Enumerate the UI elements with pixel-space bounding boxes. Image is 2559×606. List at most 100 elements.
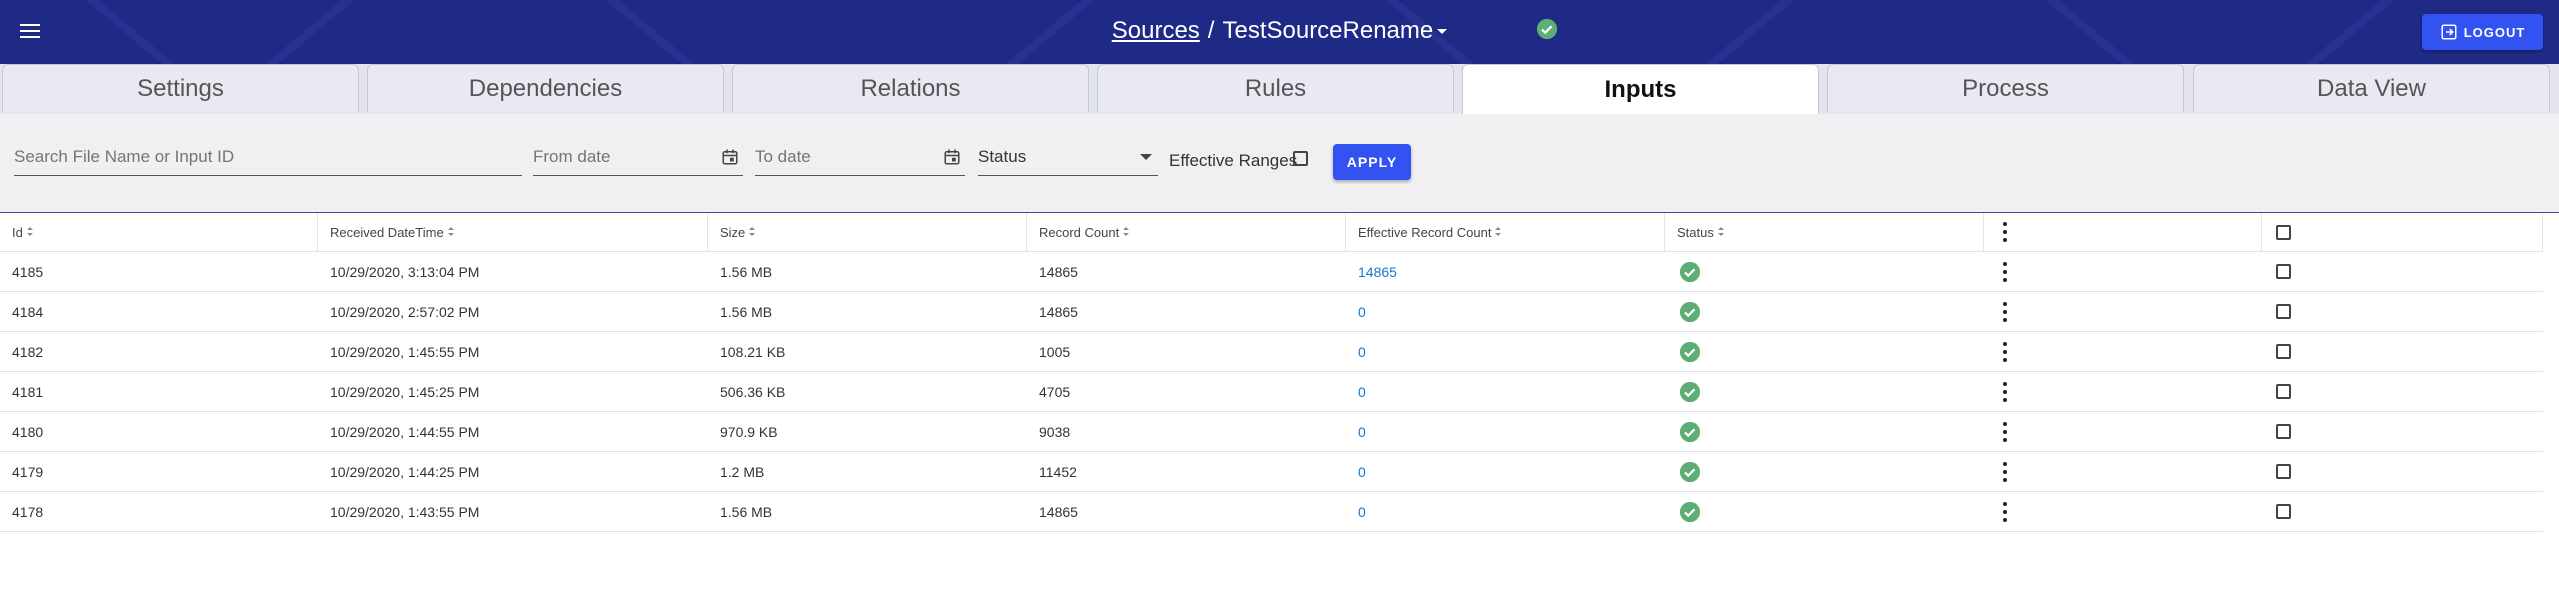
row-menu-button[interactable]: [1984, 412, 2262, 451]
tab-settings[interactable]: Settings: [2, 64, 359, 112]
table-header-row: Id Received DateTime Size Record Count E…: [0, 213, 2543, 252]
cell-effective-record-count[interactable]: 0: [1346, 292, 1665, 331]
tab-inputs[interactable]: Inputs: [1462, 64, 1819, 114]
more-vert-icon: [2002, 381, 2008, 402]
source-name-dropdown[interactable]: TestSourceRename: [1222, 17, 1448, 44]
effective-ranges-checkbox[interactable]: [1293, 151, 1308, 166]
cell-received: 10/29/2020, 2:57:02 PM: [330, 303, 480, 320]
cell-status: [1665, 292, 1984, 331]
cell-received: 10/29/2020, 1:45:25 PM: [330, 383, 480, 400]
row-select-cell: [2262, 372, 2543, 411]
logout-button[interactable]: LOGOUT: [2422, 14, 2543, 50]
cell-id: 4178: [12, 503, 44, 520]
row-menu-button[interactable]: [1984, 292, 2262, 331]
more-vert-icon: [2002, 222, 2008, 242]
menu-button[interactable]: [18, 20, 42, 44]
cell-effective-record-count[interactable]: 0: [1346, 332, 1665, 371]
to-date-field: [755, 142, 965, 176]
column-header-effective-record-count[interactable]: Effective Record Count: [1346, 213, 1665, 251]
app-header: Sources / TestSourceRename LOGOUT: [0, 0, 2559, 64]
column-header-record-count[interactable]: Record Count: [1027, 213, 1346, 251]
check-circle-icon: [1536, 18, 1558, 40]
column-header-status[interactable]: Status: [1665, 213, 1984, 251]
tab-relations[interactable]: Relations: [732, 64, 1089, 112]
cell-effective-record-count[interactable]: 0: [1346, 452, 1665, 491]
cell-record-count: 4705: [1039, 383, 1071, 400]
to-date-input[interactable]: [755, 142, 965, 172]
from-date-field: [533, 142, 743, 176]
column-header-size[interactable]: Size: [708, 213, 1027, 251]
cell-record-count: 14865: [1039, 303, 1078, 320]
cell-received: 10/29/2020, 1:44:55 PM: [330, 423, 480, 440]
cell-id: 4179: [12, 463, 44, 480]
cell-status: [1665, 332, 1984, 371]
cell-effective-record-count[interactable]: 0: [1346, 492, 1665, 531]
check-circle-icon: [1679, 261, 1701, 282]
table-row: 4179 10/29/2020, 1:44:25 PM 1.2 MB 11452 0: [0, 452, 2543, 492]
apply-button[interactable]: APPLY: [1333, 144, 1411, 180]
hamburger-menu-icon: [20, 24, 40, 26]
cell-effective-record-count[interactable]: 0: [1346, 412, 1665, 451]
row-checkbox[interactable]: [2276, 504, 2291, 519]
cell-id: 4180: [12, 423, 44, 440]
check-circle-icon: [1679, 501, 1701, 522]
column-menu-button[interactable]: [1984, 213, 2262, 251]
table-row: 4184 10/29/2020, 2:57:02 PM 1.56 MB 14865 0: [0, 292, 2543, 332]
cell-record-count: 9038: [1039, 423, 1071, 440]
cell-status: [1665, 452, 1984, 491]
tab-data-view[interactable]: Data View: [2193, 64, 2550, 112]
dropdown-arrow-icon: [1140, 154, 1152, 160]
row-menu-button[interactable]: [1984, 372, 2262, 411]
table-row: 4181 10/29/2020, 1:45:25 PM 506.36 KB 4705 0: [0, 372, 2543, 412]
cell-status: [1665, 372, 1984, 411]
status-select-value: Status: [978, 147, 1027, 166]
more-vert-icon: [2002, 341, 2008, 362]
more-vert-icon: [2002, 461, 2008, 482]
from-date-input[interactable]: [533, 142, 743, 172]
cell-id: 4182: [12, 343, 44, 360]
check-circle-icon: [1679, 381, 1701, 402]
calendar-icon[interactable]: [721, 148, 739, 166]
cell-size: 1.2 MB: [720, 463, 765, 480]
status-select[interactable]: Status: [978, 142, 1158, 176]
cell-id: 4184: [12, 303, 44, 320]
cell-size: 1.56 MB: [720, 263, 773, 280]
calendar-icon[interactable]: [943, 148, 961, 166]
row-checkbox[interactable]: [2276, 424, 2291, 439]
check-circle-icon: [1679, 341, 1701, 362]
caret-down-icon: [1437, 29, 1448, 35]
filter-bar: Status Effective Ranges APPLY: [0, 114, 2559, 212]
search-field: [14, 142, 522, 176]
cell-effective-record-count[interactable]: 14865: [1346, 252, 1665, 291]
cell-received: 10/29/2020, 3:13:04 PM: [330, 263, 480, 280]
table-row: 4178 10/29/2020, 1:43:55 PM 1.56 MB 14865 0: [0, 492, 2543, 532]
row-menu-button[interactable]: [1984, 492, 2262, 531]
column-header-id[interactable]: Id: [0, 213, 318, 251]
cell-status: [1665, 492, 1984, 531]
inputs-table: Id Received DateTime Size Record Count E…: [0, 213, 2543, 532]
breadcrumb-sources-link[interactable]: Sources: [1112, 17, 1200, 44]
row-select-cell: [2262, 292, 2543, 331]
row-checkbox[interactable]: [2276, 464, 2291, 479]
cell-effective-record-count[interactable]: 0: [1346, 372, 1665, 411]
sort-icon: [26, 227, 33, 237]
row-checkbox[interactable]: [2276, 264, 2291, 279]
tab-rules[interactable]: Rules: [1097, 64, 1454, 112]
tab-process[interactable]: Process: [1827, 64, 2184, 112]
logout-icon: [2441, 24, 2457, 40]
row-checkbox[interactable]: [2276, 384, 2291, 399]
tab-bar: Settings Dependencies Relations Rules In…: [0, 64, 2559, 114]
row-menu-button[interactable]: [1984, 452, 2262, 491]
row-menu-button[interactable]: [1984, 332, 2262, 371]
sort-icon: [1123, 227, 1130, 237]
row-checkbox[interactable]: [2276, 304, 2291, 319]
row-menu-button[interactable]: [1984, 252, 2262, 291]
sort-icon: [1495, 227, 1502, 237]
search-input[interactable]: [14, 142, 522, 172]
row-checkbox[interactable]: [2276, 344, 2291, 359]
check-circle-icon: [1679, 461, 1701, 482]
column-header-received[interactable]: Received DateTime: [318, 213, 708, 251]
cell-size: 108.21 KB: [720, 343, 786, 360]
tab-dependencies[interactable]: Dependencies: [367, 64, 724, 112]
select-all-checkbox[interactable]: [2276, 224, 2291, 240]
